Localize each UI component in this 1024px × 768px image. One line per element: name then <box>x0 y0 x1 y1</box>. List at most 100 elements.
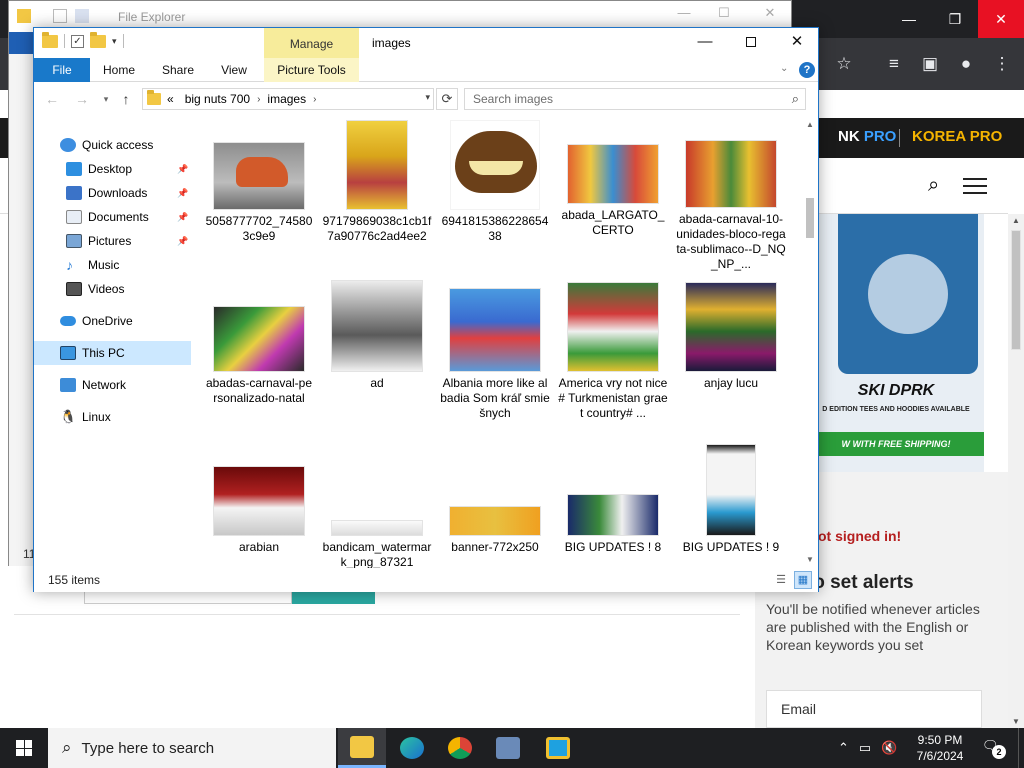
nav-item-pictures[interactable]: Pictures 📌 <box>34 229 191 253</box>
browser-scrollbar[interactable]: ▲ ▼ <box>1008 214 1024 728</box>
nav-item-videos[interactable]: Videos <box>34 277 191 301</box>
start-button[interactable] <box>0 728 48 768</box>
breadcrumb-chevron-icon[interactable]: › <box>257 94 260 105</box>
breadcrumb-big-nuts-700[interactable]: big nuts 700 <box>185 92 250 106</box>
minimize-button[interactable]: — <box>682 28 728 58</box>
browser-restore-button[interactable]: ❐ <box>932 0 978 38</box>
expand-ribbon-icon[interactable]: ⌄ <box>780 63 788 74</box>
tab-file[interactable]: File <box>34 58 90 82</box>
file-item[interactable]: 5058777702_745803c9e9 <box>204 142 314 244</box>
forward-arrow-icon[interactable]: → <box>72 89 92 109</box>
close-icon[interactable]: ✕ <box>747 5 793 29</box>
show-desktop-button[interactable] <box>1018 728 1024 768</box>
refresh-button[interactable]: ⟳ <box>436 88 458 110</box>
file-item[interactable]: banner-772x250 <box>440 506 550 555</box>
customize-toolbar-icon[interactable]: ▾ <box>112 36 117 47</box>
hamburger-menu-icon[interactable] <box>963 178 987 194</box>
large-icons-view-icon[interactable]: ▦ <box>794 571 812 589</box>
file-item[interactable]: abadas-carnaval-personalizado-natal <box>204 306 314 406</box>
file-item[interactable]: BIG UPDATES ! 9 <box>676 444 786 555</box>
tab-view[interactable]: View <box>214 58 254 82</box>
taskbar-edge[interactable] <box>388 728 436 768</box>
new-folder-icon[interactable] <box>90 31 106 48</box>
network-status-icon[interactable]: ▭ <box>859 740 871 756</box>
file-item[interactable]: ad <box>322 280 432 391</box>
nav-item-network[interactable]: Network <box>34 373 191 397</box>
scroll-up-icon[interactable]: ▲ <box>1008 216 1024 225</box>
back-arrow-icon[interactable]: ← <box>42 89 62 109</box>
tab-share[interactable]: Share <box>156 58 200 82</box>
korea-pro-link[interactable]: KOREA PRO <box>912 128 1002 145</box>
breadcrumb-chevron-icon[interactable]: › <box>313 94 316 105</box>
nav-item-downloads[interactable]: Downloads 📌 <box>34 181 191 205</box>
side-panel-icon[interactable]: ▣ <box>916 50 944 78</box>
page-form-button[interactable] <box>292 590 375 604</box>
nav-item-music[interactable]: ♪ Music <box>34 253 191 277</box>
scroll-thumb[interactable] <box>1011 230 1021 350</box>
taskbar-file-explorer[interactable] <box>338 728 386 768</box>
details-view-icon[interactable]: ☰ <box>772 571 790 589</box>
breadcrumb-overflow[interactable]: « <box>167 92 174 106</box>
taskbar-app-4[interactable] <box>484 728 532 768</box>
up-arrow-icon[interactable]: ↑ <box>116 89 136 109</box>
email-field[interactable]: Email <box>766 690 982 728</box>
nav-item-onedrive[interactable]: OneDrive <box>34 309 191 333</box>
file-item[interactable]: Albania more like albadia Som kráľ smieš… <box>440 288 550 421</box>
tab-home[interactable]: Home <box>96 58 142 82</box>
file-item[interactable]: BIG UPDATES ! 8 <box>558 494 668 555</box>
page-form-input[interactable] <box>84 590 292 604</box>
breadcrumb-images[interactable]: images <box>267 92 306 106</box>
explorer-titlebar[interactable]: ✓ ▾ Manage images — ✕ <box>34 28 818 58</box>
nav-item-quick-access[interactable]: Quick access <box>34 133 191 157</box>
file-explorer-window[interactable]: ✓ ▾ Manage images — ✕ File Home Share Vi… <box>33 27 819 592</box>
tab-picture-tools[interactable]: Picture Tools <box>264 58 359 82</box>
taskbar-search-box[interactable]: ⌕ Type here to search <box>48 728 336 768</box>
properties-check-icon[interactable]: ✓ <box>71 34 84 48</box>
advertisement[interactable]: SKI DPRK D EDITION TEES AND HOODIES AVAI… <box>808 214 984 472</box>
file-name: banner-772x250 <box>451 540 539 554</box>
manage-tab[interactable]: Manage <box>264 28 359 58</box>
recent-locations-icon[interactable]: ▾ <box>96 89 116 109</box>
bookmark-star-icon[interactable]: ☆ <box>830 50 858 78</box>
nav-item-linux[interactable]: 🐧 Linux <box>34 405 191 429</box>
file-name: abada-carnaval-10-unidades-bloco-regata-… <box>676 212 786 271</box>
taskbar-chrome[interactable] <box>436 728 484 768</box>
status-bar: 155 items ☰ ▦ <box>34 568 818 592</box>
file-list[interactable]: 5058777702_745803c9e9 97179869038c1cb1f7… <box>200 116 800 568</box>
site-search-icon[interactable]: ⌕ <box>928 174 939 197</box>
browser-menu-icon[interactable]: ⋮ <box>988 50 1016 78</box>
file-list-scrollbar[interactable]: ▲ ▼ <box>802 116 818 568</box>
close-button[interactable]: ✕ <box>774 28 820 58</box>
maximize-icon[interactable]: ☐ <box>701 5 747 29</box>
clock[interactable]: 9:50 PM 7/6/2024 <box>912 732 968 764</box>
browser-minimize-button[interactable]: — <box>886 0 932 38</box>
taskbar-app-5[interactable] <box>534 728 582 768</box>
file-item[interactable]: 97179869038c1cb1f7a90776c2ad4ee2 <box>322 120 432 244</box>
file-item[interactable]: arabian <box>204 466 314 555</box>
file-item[interactable]: anjay lucu <box>676 282 786 391</box>
scroll-up-icon[interactable]: ▲ <box>802 120 818 129</box>
address-bar[interactable]: « big nuts 700 › images › ▾ <box>142 88 434 110</box>
media-control-icon[interactable]: ≡ <box>880 50 908 78</box>
file-item[interactable]: America vry not nice# Turkmenistan graet… <box>558 282 668 421</box>
nk-pro-link[interactable]: NK PRO <box>838 128 896 145</box>
scroll-down-icon[interactable]: ▼ <box>1008 717 1024 726</box>
volume-muted-icon[interactable]: 🔇 <box>881 740 897 756</box>
file-item[interactable]: abada_LARGATO_CERTO <box>558 144 668 238</box>
scroll-thumb[interactable] <box>806 198 814 238</box>
browser-close-button[interactable]: ✕ <box>978 0 1024 38</box>
file-item[interactable]: abada-carnaval-10-unidades-bloco-regata-… <box>676 140 786 272</box>
nav-item-desktop[interactable]: Desktop 📌 <box>34 157 191 181</box>
file-item[interactable]: bandicam_watermark_png_87321 <box>322 520 432 568</box>
file-item[interactable]: 694181538622865438 <box>440 120 550 244</box>
scroll-down-icon[interactable]: ▼ <box>802 555 818 564</box>
tray-overflow-icon[interactable]: ⌃ <box>838 740 849 756</box>
nav-item-this-pc[interactable]: This PC <box>34 341 191 365</box>
profile-icon[interactable]: ● <box>952 50 980 78</box>
toolbar-separator <box>122 34 124 48</box>
maximize-button[interactable] <box>728 28 774 58</box>
address-dropdown-icon[interactable]: ▾ <box>425 92 430 103</box>
search-input[interactable]: Search images ⌕ <box>464 88 806 110</box>
nav-item-documents[interactable]: Documents 📌 <box>34 205 191 229</box>
help-icon[interactable]: ? <box>799 62 815 78</box>
